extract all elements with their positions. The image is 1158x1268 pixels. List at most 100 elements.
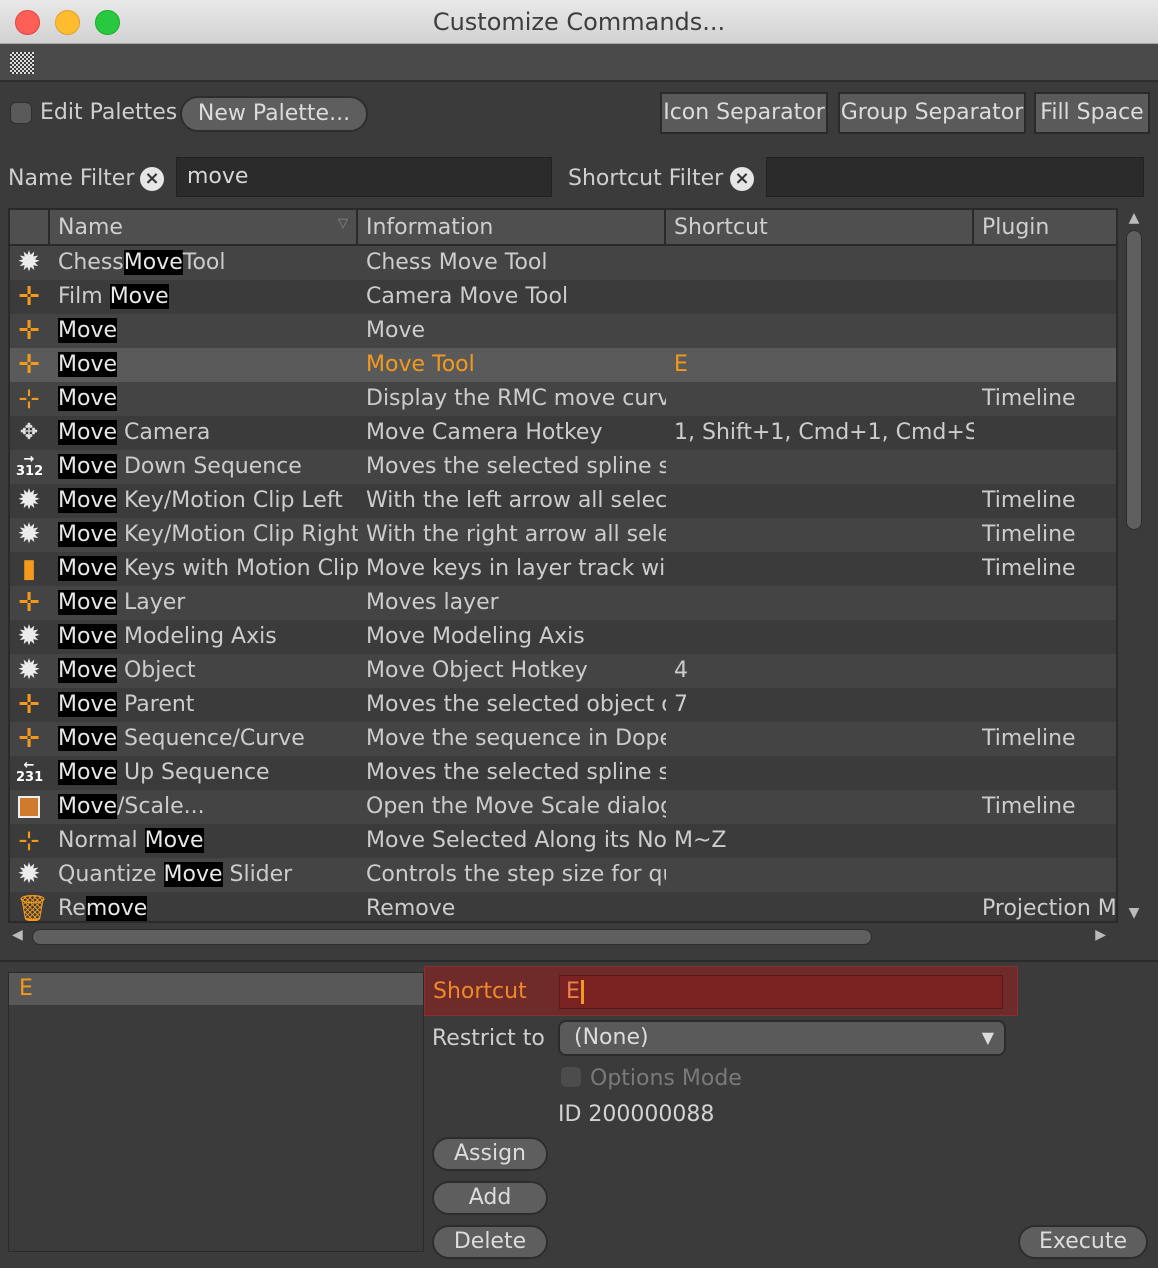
filter-match-highlight: Move (109, 284, 169, 309)
camera-move-icon: ✥ (19, 420, 39, 445)
command-plugin: Timeline (982, 556, 1076, 581)
table-row[interactable]: ✛ Move Parent Moves the selected object or… (10, 688, 1116, 722)
shortcut-input-value: E (566, 979, 580, 1004)
plugin-column-header[interactable]: Plugin (974, 210, 1116, 244)
name-column-label: Name (58, 215, 123, 240)
command-shortcut (674, 892, 974, 921)
table-row[interactable]: ← 231 Move Up Sequence Moves the selected s… (10, 756, 1116, 790)
table-row-selected[interactable]: ✛ Move Move Tool E (10, 348, 1116, 382)
filter-match-highlight: Move (58, 352, 117, 377)
command-information: Controls the step size for qua (366, 862, 666, 887)
command-plugin (982, 756, 1116, 790)
delete-button[interactable]: Delete (432, 1225, 548, 1259)
name-filter-input[interactable]: move (176, 157, 552, 197)
restrict-to-dropdown[interactable]: (None) ▼ (558, 1020, 1006, 1056)
command-name: Move Parent (58, 688, 358, 722)
command-information: Chess Move Tool (366, 250, 548, 275)
vertical-scrollbar[interactable]: ▲ ▼ (1122, 208, 1146, 923)
command-id: ID 200000088 (558, 1102, 715, 1127)
table-row[interactable]: ▮ Move Keys with Motion Clip Move keys in … (10, 552, 1116, 586)
shortcut-input[interactable]: E (559, 975, 1003, 1009)
row-icon-cell: ⊹ (16, 824, 46, 858)
command-shortcut: M~Z (674, 828, 727, 853)
command-information: With the left arrow all selecte (366, 488, 666, 513)
gear-icon: ✹ (17, 246, 41, 278)
row-icon-cell: ⊹ (16, 382, 46, 416)
table-row[interactable]: ✹ Move Key/Motion Clip Right With the righ… (10, 518, 1116, 552)
execute-button[interactable]: Execute (1018, 1225, 1148, 1259)
vertical-scroll-thumb[interactable] (1126, 230, 1142, 530)
grip-icon[interactable] (10, 52, 34, 74)
table-row[interactable]: ✛ Move Layer Moves layer (10, 586, 1116, 620)
command-name-text: Quantize (58, 862, 164, 887)
table-row[interactable]: ✹ Move Key/Motion Clip Left With the left … (10, 484, 1116, 518)
scroll-down-icon[interactable]: ▼ (1125, 905, 1143, 921)
table-row[interactable]: Move/Scale... Open the Move Scale dialog … (10, 790, 1116, 824)
table-row[interactable]: ✛ Move Sequence/Curve Move the sequence in… (10, 722, 1116, 756)
add-button[interactable]: Add (432, 1181, 548, 1215)
scroll-up-icon[interactable]: ▲ (1125, 210, 1143, 226)
command-name: Move (58, 382, 358, 416)
filter-match-highlight: Move (58, 624, 117, 649)
table-row[interactable]: ✹ Quantize Move Slider Controls the step s… (10, 858, 1116, 892)
fill-space-button[interactable]: Fill Space (1034, 92, 1150, 134)
sequence-312-icon: → 312 (16, 452, 44, 479)
filter-match-highlight: Move (58, 454, 117, 479)
table-row[interactable]: 🗑 Remove Remove Projection Ma (10, 892, 1116, 921)
table-row[interactable]: ✹ Move Modeling Axis Move Modeling Axis (10, 620, 1116, 654)
icon-separator-button[interactable]: Icon Separator (660, 92, 828, 134)
gear-icon: ✹ (17, 518, 41, 550)
table-row[interactable]: ⊹ Normal Move Move Selected Along its Norr… (10, 824, 1116, 858)
name-column-header[interactable]: Name (50, 210, 358, 244)
table-row[interactable]: → 312 Move Down Sequence Moves the selected… (10, 450, 1116, 484)
horizontal-scroll-thumb[interactable] (32, 929, 872, 945)
command-plugin: Timeline (982, 488, 1076, 513)
table-row[interactable]: ✛ Move Move (10, 314, 1116, 348)
command-name: Move Sequence/Curve (58, 722, 358, 756)
move-icon: ✛ (18, 350, 40, 380)
group-separator-button[interactable]: Group Separator (838, 92, 1026, 134)
assigned-shortcuts-list: E (8, 972, 424, 1252)
table-row[interactable]: ✹ Move Object Move Object Hotkey 4 (10, 654, 1116, 688)
assign-button[interactable]: Assign (432, 1137, 548, 1171)
command-name: Remove (58, 892, 358, 921)
new-palette-button[interactable]: New Palette... (180, 96, 368, 132)
shortcut-filter-input[interactable] (766, 157, 1144, 197)
filter-match-highlight: Move (58, 794, 117, 819)
command-name: Move (58, 348, 358, 382)
chevron-down-icon: ▼ (981, 1028, 994, 1047)
row-icon-cell: 🗑 (16, 892, 46, 921)
shortcut-label: Shortcut (433, 979, 527, 1004)
assigned-shortcut-item[interactable]: E (9, 973, 423, 1005)
command-name: Move Modeling Axis (58, 620, 358, 654)
table-row[interactable]: ✹ ChessMoveTool Chess Move Tool (10, 246, 1116, 280)
command-name-text: Keys with Motion Clip (117, 556, 358, 581)
row-icon-cell: → 312 (16, 450, 46, 484)
command-name-text: Sequence/Curve (117, 726, 305, 751)
shortcut-column-header[interactable]: Shortcut (666, 210, 974, 244)
clear-name-filter-icon[interactable]: × (140, 167, 164, 191)
command-information: Remove (366, 896, 456, 921)
icon-column-header[interactable] (10, 210, 50, 244)
sort-descending-icon: ▽ (338, 216, 348, 231)
command-shortcut (674, 280, 974, 314)
table-row[interactable]: ✥ Move Camera Move Camera Hotkey 1, Shift+1… (10, 416, 1116, 450)
information-column-header[interactable]: Information (358, 210, 666, 244)
horizontal-scrollbar[interactable]: ◀ ▶ (8, 926, 1118, 948)
scroll-left-icon[interactable]: ◀ (12, 927, 23, 943)
command-name: Move Keys with Motion Clip (58, 552, 358, 586)
command-shortcut (674, 450, 974, 484)
table-row[interactable]: ✛ Film Move Camera Move Tool (10, 280, 1116, 314)
restrict-to-label: Restrict to (432, 1026, 545, 1051)
options-mode-checkbox[interactable] (560, 1066, 582, 1088)
table-row[interactable]: ⊹ Move Display the RMC move curve Timeline (10, 382, 1116, 416)
edit-palettes-checkbox[interactable] (10, 102, 32, 124)
filter-match-highlight: Move (123, 250, 183, 275)
command-information: With the right arrow all select (366, 522, 666, 547)
command-name-text: Normal (58, 828, 145, 853)
scroll-right-icon[interactable]: ▶ (1095, 927, 1106, 943)
clear-shortcut-filter-icon[interactable]: × (730, 167, 754, 191)
row-icon-cell: ✥ (16, 416, 46, 450)
command-shortcut (674, 246, 974, 280)
command-shortcut (674, 790, 974, 824)
